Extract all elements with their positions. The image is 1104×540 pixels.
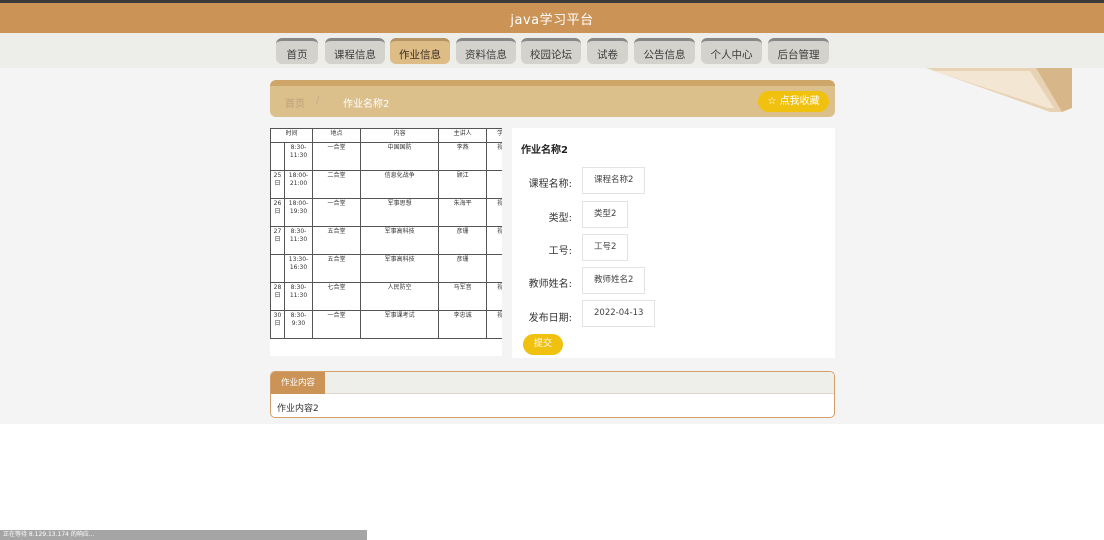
- schedule-cell: 视觉: [486, 226, 502, 255]
- schedule-header-cell: 学院: [486, 128, 502, 143]
- schedule-cell: [486, 170, 502, 199]
- schedule-cell: [270, 254, 285, 283]
- schedule-cell: 8:30-11:30: [284, 142, 313, 171]
- nav-item-forum[interactable]: 校园论坛: [521, 38, 581, 64]
- app-title: java学习平台: [510, 12, 594, 28]
- schedule-cell: 军事课考试: [359, 310, 440, 339]
- browser-status-bar: 正在等待 8.129.13.174 的响应...: [0, 530, 367, 540]
- homework-title: 作业名称2: [521, 145, 568, 156]
- schedule-cell: 军事高科技: [359, 254, 440, 283]
- schedule-cell: 马军音: [438, 282, 488, 311]
- schedule-cell: 朱海平: [438, 198, 488, 227]
- schedule-row: 27日8:30-11:30五合堂军事高科技彦珊视觉: [270, 226, 502, 255]
- schedule-cell: 人民防空: [359, 282, 440, 311]
- schedule-cell: 李燕: [438, 142, 488, 171]
- schedule-row: 26日18:00-19:30一合堂军事思想朱海平视觉: [270, 198, 502, 227]
- schedule-cell: 视觉: [486, 282, 502, 311]
- schedule-cell: 30日: [270, 310, 285, 339]
- tab-header: 作业内容: [271, 372, 834, 394]
- nav-item-admin[interactable]: 后台管理: [768, 38, 829, 64]
- schedule-cell: 五合堂: [312, 226, 361, 255]
- schedule-row: 25日 18:00-21:00 二合堂 信息化战争 顾江: [270, 170, 502, 199]
- schedule-cell: 一合堂: [312, 142, 361, 171]
- staff-id-label: 工号:: [548, 246, 572, 257]
- schedule-cell: 13:30-16:30: [284, 254, 313, 283]
- schedule-header-cell: 时间: [270, 128, 313, 143]
- schedule-cell: [486, 254, 502, 283]
- schedule-row: 13:30-16:30 五合堂 军事高科技 彦珊: [270, 254, 502, 283]
- schedule-table-image: 时间 地点 内容 主讲人 学院 8:30-11:30一合堂中国国防李燕视觉25日…: [270, 128, 502, 339]
- schedule-cell: 视觉: [486, 198, 502, 227]
- breadcrumb-home-link[interactable]: 首页: [285, 95, 305, 110]
- schedule-cell: 二合堂: [312, 170, 361, 199]
- nav-item-home[interactable]: 首页: [276, 38, 318, 64]
- publish-date-label: 发布日期:: [528, 313, 572, 324]
- schedule-cell: 25日: [270, 170, 285, 199]
- schedule-cell: 中国国防: [359, 142, 440, 171]
- publish-date-value: 2022-04-13: [582, 300, 656, 327]
- decorative-frame-illustration: [926, 68, 1072, 112]
- nav-item-profile[interactable]: 个人中心: [701, 38, 762, 64]
- teacher-name-label: 教师姓名:: [528, 279, 572, 290]
- schedule-cell: 18:00-19:30: [284, 198, 313, 227]
- schedule-cell: 顾江: [438, 170, 488, 199]
- content-tabs: 作业内容 作业内容2: [270, 371, 835, 418]
- schedule-row: 30日8:30-9:30一合堂军事课考试李忠诚视觉: [270, 310, 502, 339]
- schedule-cell: 一合堂: [312, 198, 361, 227]
- schedule-cell: 视觉: [486, 310, 502, 339]
- schedule-header-cell: 地点: [312, 128, 361, 143]
- nav-item-exam[interactable]: 试卷: [587, 38, 628, 64]
- schedule-cell: 18:00-21:00: [284, 170, 313, 199]
- nav-item-homework[interactable]: 作业信息: [390, 38, 450, 64]
- nav-item-notices[interactable]: 公告信息: [634, 38, 695, 64]
- schedule-row: 28日8:30-11:30七合堂人民防空马军音视觉: [270, 282, 502, 311]
- schedule-cell: 李忠诚: [438, 310, 488, 339]
- schedule-cell: 26日: [270, 198, 285, 227]
- schedule-cell: 军事思想: [359, 198, 440, 227]
- schedule-cell: 一合堂: [312, 310, 361, 339]
- schedule-row: 8:30-11:30一合堂中国国防李燕视觉: [270, 142, 502, 171]
- homework-detail-panel: 作业名称2 课程名称: 课程名称2 类型: 类型2 工号: 工号2 教师姓名: …: [512, 128, 835, 358]
- breadcrumb-separator: /: [316, 95, 320, 106]
- breadcrumb: 首页 / 作业名称2 ☆ 点我收藏: [270, 80, 835, 117]
- type-label: 类型:: [548, 213, 572, 224]
- schedule-cell: 彦珊: [438, 254, 488, 283]
- schedule-cell: 五合堂: [312, 254, 361, 283]
- homework-content-text: 作业内容2: [277, 404, 319, 414]
- schedule-cell: 七合堂: [312, 282, 361, 311]
- schedule-cell: 27日: [270, 226, 285, 255]
- nav-item-courses[interactable]: 课程信息: [325, 38, 385, 64]
- staff-id-value: 工号2: [582, 234, 629, 261]
- tab-homework-content[interactable]: 作业内容: [271, 372, 325, 394]
- schedule-cell: 28日: [270, 282, 285, 311]
- schedule-cell: [270, 142, 285, 171]
- schedule-cell: 8:30-11:30: [284, 226, 313, 255]
- main-nav: 首页 课程信息 作业信息 资料信息 校园论坛 试卷 公告信息 个人中心 后台管理: [0, 33, 1104, 68]
- breadcrumb-current: 作业名称2: [343, 99, 390, 110]
- schedule-header-cell: 主讲人: [438, 128, 488, 143]
- schedule-cell: 军事高科技: [359, 226, 440, 255]
- schedule-cell: 8:30-9:30: [284, 310, 313, 339]
- type-value: 类型2: [582, 201, 629, 228]
- schedule-header-cell: 内容: [359, 128, 440, 143]
- schedule-cell: 8:30-11:30: [284, 282, 313, 311]
- schedule-cell: 彦珊: [438, 226, 488, 255]
- nav-item-materials[interactable]: 资料信息: [456, 38, 516, 64]
- homework-image: 时间 地点 内容 主讲人 学院 8:30-11:30一合堂中国国防李燕视觉25日…: [270, 128, 502, 356]
- submit-button[interactable]: 提交: [523, 334, 563, 355]
- schedule-cell: 信息化战争: [359, 170, 440, 199]
- teacher-name-value: 教师姓名2: [582, 267, 646, 294]
- favorite-button[interactable]: ☆ 点我收藏: [758, 91, 829, 112]
- schedule-cell: 视觉: [486, 142, 502, 171]
- course-name-value: 课程名称2: [582, 167, 646, 194]
- course-name-label: 课程名称:: [528, 179, 572, 190]
- app-header: java学习平台: [0, 0, 1104, 33]
